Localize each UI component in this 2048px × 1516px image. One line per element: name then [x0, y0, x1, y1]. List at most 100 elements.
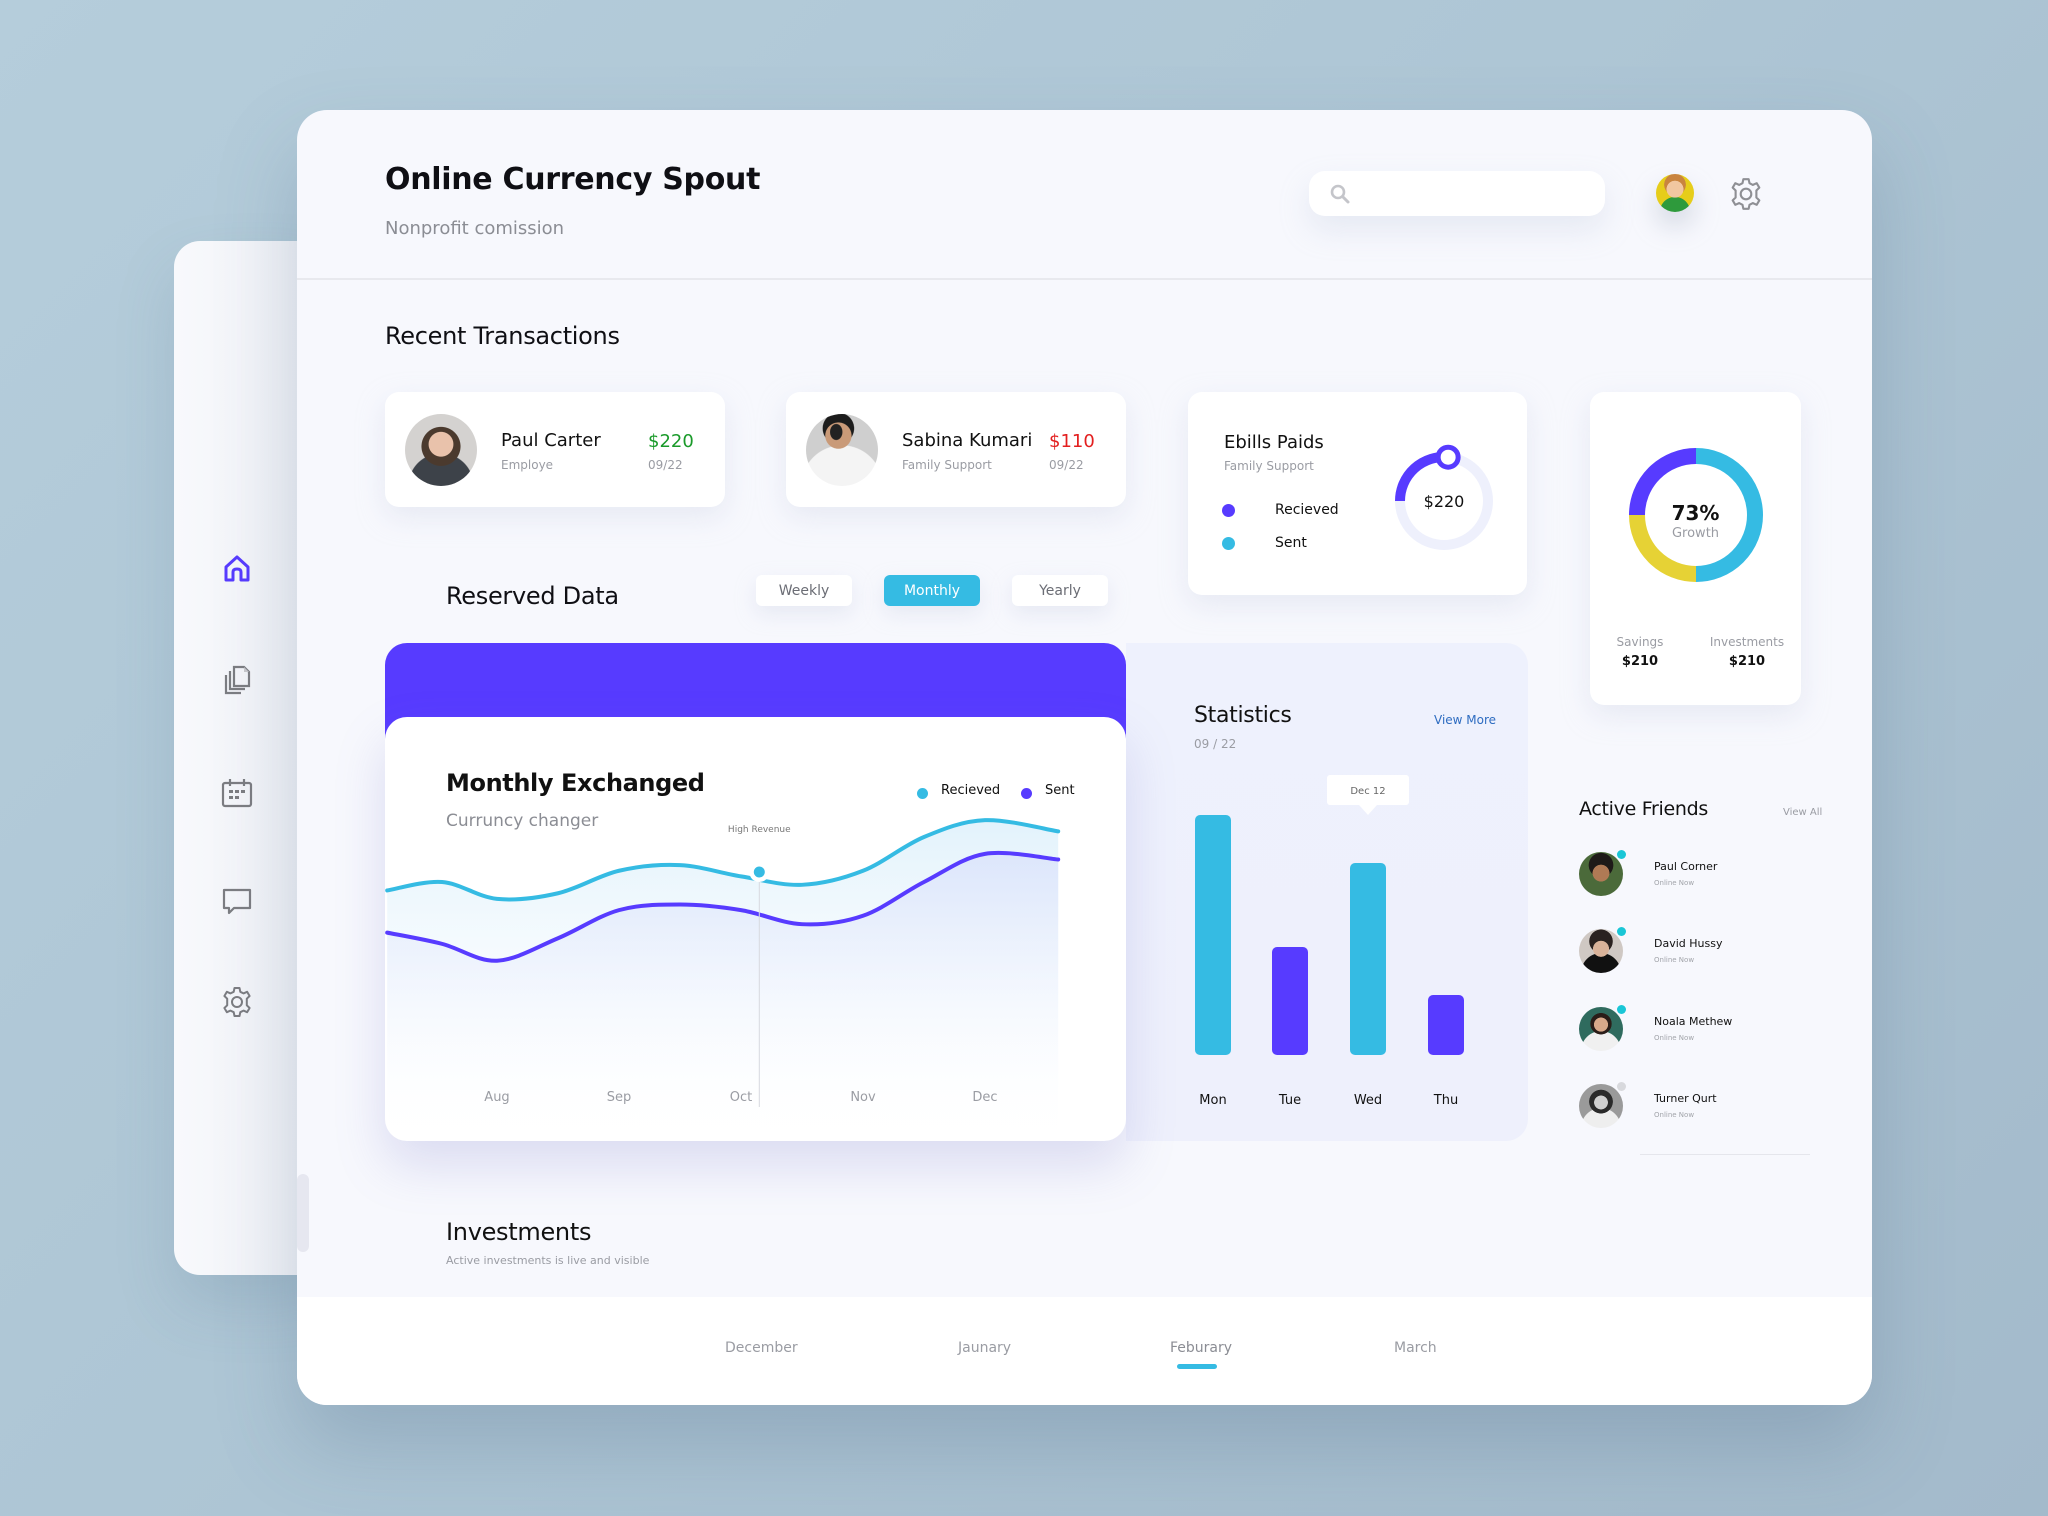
online-status-dot — [1617, 1005, 1626, 1014]
bar-mon — [1195, 815, 1231, 1055]
transaction-date: 09/22 — [1049, 458, 1084, 472]
ebills-subtitle: Family Support — [1224, 459, 1314, 473]
savings-value: $210 — [1621, 654, 1659, 669]
annotation-label: High Revenue — [728, 825, 791, 835]
search-icon — [1330, 184, 1350, 204]
home-icon — [224, 555, 250, 582]
header-divider — [297, 278, 1872, 280]
transaction-amount: $220 — [648, 431, 694, 452]
transaction-amount: $110 — [1049, 431, 1095, 452]
online-status-dot — [1617, 927, 1626, 936]
bar-tue — [1272, 947, 1308, 1055]
sidebar-item-calendar[interactable] — [220, 776, 254, 810]
transaction-name: Sabina Kumari — [902, 430, 1033, 451]
x-tick-label: Aug — [484, 1090, 509, 1105]
friends-divider — [1640, 1154, 1810, 1155]
documents-icon — [224, 665, 251, 695]
friend-status: Online Now — [1654, 956, 1695, 964]
investments-value: $210 — [1728, 654, 1766, 669]
avatar — [1579, 1084, 1623, 1128]
ebills-title: Ebills Paids — [1224, 432, 1324, 453]
calendar-icon — [221, 779, 253, 808]
search-bar[interactable] — [1309, 171, 1605, 216]
investments-label: Investments — [1709, 635, 1785, 649]
legend-dot-received — [1222, 504, 1235, 517]
search-input[interactable] — [1361, 177, 1591, 209]
transaction-card[interactable]: Paul Carter Employe $220 09/22 — [385, 392, 725, 507]
chat-icon — [222, 888, 252, 915]
sidebar-item-messages[interactable] — [220, 884, 254, 918]
online-status-dot — [1617, 850, 1626, 859]
bar-tooltip-label: Dec 12 — [1350, 786, 1385, 797]
transaction-name: Paul Carter — [501, 430, 601, 451]
ebills-progress-ring: $220 — [1395, 444, 1493, 550]
avatar — [1579, 852, 1623, 896]
growth-card[interactable]: 73% Growth Savings $210 Investments $210 — [1590, 392, 1801, 705]
x-tick-label: Tue — [1278, 1093, 1301, 1108]
x-tick-label: Oct — [730, 1090, 752, 1105]
transaction-role: Employe — [501, 458, 554, 472]
avatar — [1579, 1007, 1623, 1051]
legend-label-received: Recieved — [1275, 502, 1339, 518]
user-avatar[interactable] — [1656, 174, 1694, 212]
ebills-card[interactable]: Ebills Paids Family Support Recieved Sen… — [1188, 392, 1527, 595]
x-tick-label: Dec — [972, 1090, 997, 1105]
month-tab-december[interactable]: December — [725, 1340, 798, 1356]
month-tab-february[interactable]: Feburary — [1170, 1340, 1232, 1356]
friend-status: Online Now — [1654, 1034, 1695, 1042]
tab-monthly[interactable]: Monthly — [884, 575, 980, 606]
x-tick-label: Thu — [1433, 1093, 1458, 1108]
transaction-card[interactable]: Sabina Kumari Family Support $110 09/22 — [786, 392, 1126, 507]
investments-title: Investments — [446, 1218, 592, 1246]
bar-thu — [1428, 995, 1464, 1055]
transaction-role: Family Support — [902, 458, 992, 472]
transaction-date: 09/22 — [648, 458, 683, 472]
tab-weekly[interactable]: Weekly — [756, 575, 852, 606]
x-tick-label: Nov — [850, 1090, 876, 1105]
x-tick-label: Wed — [1354, 1093, 1382, 1108]
sidebar-item-documents[interactable] — [220, 662, 254, 696]
ring-knob — [1435, 444, 1461, 470]
friend-list-item[interactable]: Paul Corner Online Now — [1579, 850, 1819, 902]
friend-name: Noala Methew — [1654, 1015, 1733, 1028]
active-friends-title: Active Friends — [1579, 798, 1708, 820]
friend-name: Paul Corner — [1654, 860, 1718, 873]
friend-list-item[interactable]: Turner Qurt Online Now — [1579, 1082, 1819, 1134]
monthly-exchanged-card: Monthly Exchanged Curruncy changer Recie… — [385, 717, 1126, 1141]
friend-status: Online Now — [1654, 879, 1695, 887]
active-month-indicator — [1177, 1364, 1217, 1369]
friend-list-item[interactable]: David Hussy Online Now — [1579, 927, 1819, 979]
friend-list-item[interactable]: Noala Methew Online Now — [1579, 1005, 1819, 1057]
view-all-link[interactable]: View All — [1783, 807, 1822, 818]
offline-status-dot — [1617, 1082, 1626, 1091]
statistics-panel: Statistics 09 / 22 View More Mon Tue Wed Th… — [1126, 643, 1528, 1141]
avatar — [1579, 929, 1623, 973]
avatar — [806, 414, 878, 486]
ebills-value: $220 — [1424, 492, 1465, 511]
x-tick-label: Sep — [607, 1090, 632, 1105]
savings-label: Savings — [1616, 635, 1664, 649]
growth-percent: 73% — [1671, 501, 1720, 525]
monthly-line-chart: High Revenue Aug Sep Oct Nov Dec — [385, 817, 1061, 1141]
friend-status: Online Now — [1654, 1111, 1695, 1119]
month-tab-january[interactable]: Jaunary — [958, 1340, 1011, 1356]
month-tab-march[interactable]: March — [1394, 1340, 1437, 1356]
main-panel: Online Currency Spout Nonprofit comissio… — [297, 110, 1872, 1405]
investments-month-bar — [297, 1297, 1872, 1405]
scrollbar-thumb[interactable] — [297, 1174, 309, 1252]
settings-button[interactable] — [1728, 176, 1764, 212]
tab-yearly[interactable]: Yearly — [1012, 575, 1108, 606]
sidebar-item-settings[interactable] — [220, 985, 254, 1019]
investments-subtitle: Active investments is live and visible — [446, 1254, 650, 1267]
legend-dot-sent — [1222, 537, 1235, 550]
friend-name: Turner Qurt — [1654, 1092, 1717, 1105]
statistics-bar-chart: Mon Tue Wed Thu Dec 12 — [1195, 775, 1464, 1108]
friend-name: David Hussy — [1654, 937, 1723, 950]
page-title: Online Currency Spout — [385, 162, 761, 197]
bar-tooltip-pointer — [1359, 805, 1377, 815]
gear-icon — [223, 987, 251, 1017]
sidebar-item-home[interactable] — [220, 551, 254, 585]
recent-transactions-title: Recent Transactions — [385, 322, 620, 350]
bar-wed — [1350, 863, 1386, 1055]
growth-label: Growth — [1671, 526, 1720, 541]
